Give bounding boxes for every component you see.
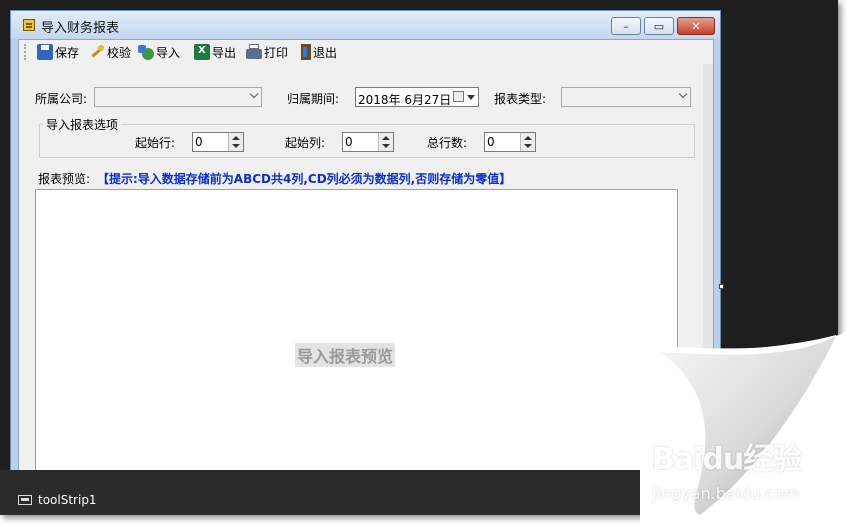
spin-down-icon	[232, 144, 240, 148]
toolbar: 保存 校验 导入 导出 打印	[19, 40, 713, 64]
minimize-button[interactable]: –	[611, 17, 641, 35]
validate-button[interactable]: 校验	[89, 43, 131, 61]
close-button[interactable]: ✕	[677, 17, 715, 35]
save-label: 保存	[55, 45, 80, 60]
spin-down-icon	[382, 144, 390, 148]
save-icon	[37, 44, 53, 60]
exit-label: 退出	[313, 45, 338, 60]
validate-label: 校验	[107, 45, 132, 60]
spin-down-icon	[524, 144, 532, 148]
period-label: 归属期间:	[287, 92, 340, 106]
preview-panel[interactable]: 导入报表预览	[35, 189, 678, 470]
print-button[interactable]: 打印	[246, 43, 288, 61]
report-type-select[interactable]	[561, 87, 691, 107]
start-col-label: 起始列:	[285, 136, 326, 150]
exit-button[interactable]: 退出	[298, 43, 337, 61]
spin-up-icon	[524, 136, 532, 140]
import-icon	[138, 44, 154, 60]
resize-handle[interactable]	[719, 284, 724, 289]
company-select[interactable]	[94, 87, 262, 107]
export-button[interactable]: 导出	[194, 43, 236, 61]
form-app-icon	[23, 19, 35, 31]
excel-export-icon	[194, 44, 210, 60]
print-label: 打印	[264, 45, 289, 60]
watermark-logo: Baidu经验 jingyan.baidu.com	[648, 432, 838, 512]
import-options-title: 导入报表选项	[43, 116, 122, 133]
toolbar-grip[interactable]	[24, 44, 28, 60]
validate-icon	[89, 44, 105, 60]
print-icon	[246, 44, 262, 59]
import-button[interactable]: 导入	[138, 43, 181, 61]
export-label: 导出	[212, 45, 237, 60]
chevron-down-icon	[249, 89, 259, 99]
period-date-picker[interactable]: 2018年 6月27日	[355, 87, 479, 107]
total-rows-spin-buttons[interactable]	[520, 133, 535, 151]
toolstrip-icon	[18, 495, 32, 505]
form-window[interactable]: 导入财务报表 – ▭ ✕ 保存 校验 导入 X 导出 打印 退出 所属公司: 归…	[10, 10, 721, 472]
total-rows-value: 0	[487, 135, 495, 149]
watermark-brand: Baidu经验	[652, 442, 802, 477]
maximize-button[interactable]: ▭	[644, 17, 674, 35]
save-button[interactable]: 保存	[37, 43, 79, 61]
start-row-label: 起始行:	[135, 136, 176, 150]
dropdown-arrow-icon	[467, 95, 475, 100]
report-type-label: 报表类型:	[494, 92, 547, 106]
vertical-scrollbar[interactable]	[703, 64, 713, 470]
toolstrip-component[interactable]: toolStrip1	[18, 493, 97, 507]
total-rows-stepper[interactable]: 0	[484, 132, 536, 152]
start-row-spin-buttons[interactable]	[228, 133, 243, 151]
spin-up-icon	[382, 136, 390, 140]
import-label: 导入	[156, 45, 181, 60]
preview-placeholder: 导入报表预览	[295, 343, 396, 367]
preview-hint: 【提示:导入数据存储前为ABCD共4列,CD列必须为数据列,否则存储为零值】	[97, 172, 512, 186]
start-col-value: 0	[345, 135, 353, 149]
company-label: 所属公司:	[35, 92, 88, 106]
start-row-stepper[interactable]: 0	[192, 132, 244, 152]
start-row-value: 0	[195, 135, 203, 149]
start-col-spin-buttons[interactable]	[378, 133, 393, 151]
title-bar[interactable]: 导入财务报表 – ▭ ✕	[11, 11, 720, 39]
exit-icon	[301, 44, 311, 60]
period-value: 2018年 6月27日	[358, 93, 452, 107]
toolstrip-label: toolStrip1	[38, 493, 97, 507]
total-rows-label: 总行数:	[427, 136, 468, 150]
calendar-icon	[453, 91, 464, 102]
window-title: 导入财务报表	[41, 21, 120, 36]
preview-label: 报表预览:	[38, 172, 91, 186]
chevron-down-icon	[678, 89, 688, 99]
form-client-area: 保存 校验 导入 导出 打印	[18, 39, 714, 471]
watermark-site: jingyan.baidu.com	[652, 484, 800, 503]
start-col-stepper[interactable]: 0	[342, 132, 394, 152]
spin-up-icon	[232, 136, 240, 140]
